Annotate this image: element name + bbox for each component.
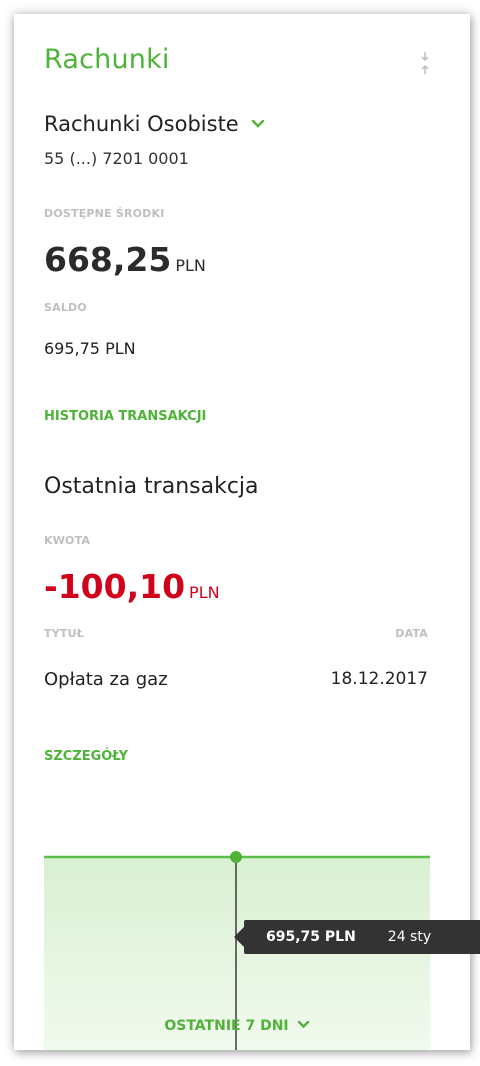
drag-handle-icon[interactable] [418,50,432,76]
last-transaction-heading: Ostatnia transakcja [44,474,259,499]
transaction-date: 18.12.2017 [330,669,428,689]
chart-tooltip: 695,75 PLN 24 sty [234,920,480,954]
chart-cursor-point [230,851,242,863]
period-selector[interactable]: OSTATNIE 7 DNI [44,1018,430,1034]
account-number: 55 (...) 7201 0001 [44,149,189,168]
date-label: DATA [395,627,428,640]
available-funds-currency: PLN [175,256,206,275]
tooltip-date: 24 sty [387,929,432,945]
account-name: Rachunki Osobiste [44,112,239,136]
accounts-widget: Rachunki Rachunki Osobiste 55 (...) 7201… [14,14,470,1050]
tooltip-value: 695,75 PLN [266,929,356,945]
available-funds-amount: 668,25 PLN [44,240,206,279]
transaction-amount-value: -100,10 [44,567,186,606]
widget-title: Rachunki [44,44,170,75]
available-funds-label: DOSTĘPNE ŚRODKI [44,207,165,220]
details-link[interactable]: SZCZEGÓŁY [44,749,128,764]
amount-label: KWOTA [44,534,91,547]
balance-label: SALDO [44,301,87,314]
balance-value: 695,75 PLN [44,339,136,358]
transaction-title: Opłata za gaz [44,669,168,690]
account-selector[interactable]: Rachunki Osobiste [44,112,265,136]
transaction-amount-currency: PLN [189,583,220,602]
title-label: TYTUŁ [44,627,84,640]
transaction-amount: -100,10 PLN [44,567,220,606]
period-label: OSTATNIE 7 DNI [164,1018,289,1034]
transaction-history-link[interactable]: HISTORIA TRANSAKCJI [44,409,206,424]
chevron-down-icon [251,119,264,128]
available-funds-value: 668,25 [44,240,172,279]
chevron-down-icon [297,1020,309,1029]
